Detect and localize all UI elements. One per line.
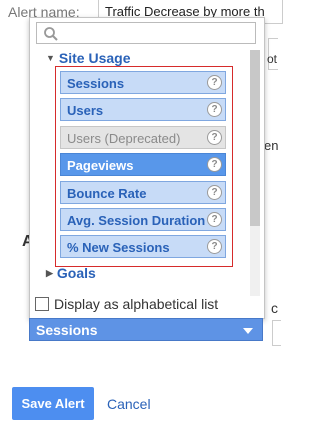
background-text-fragment: c (271, 300, 278, 316)
background-field-edge (272, 320, 281, 346)
category-label: Goals (56, 265, 96, 281)
help-icon[interactable]: ? (207, 212, 222, 227)
alphabetical-label: Display as alphabetical list (54, 296, 219, 312)
category-label: Site Usage (58, 50, 131, 66)
caret-right-icon: ▶ (46, 268, 53, 278)
help-icon[interactable]: ? (207, 239, 222, 254)
metric-item-new-sessions[interactable]: % New Sessions ? (60, 235, 226, 258)
metric-search-input[interactable] (36, 22, 256, 44)
metric-item-label: Users (67, 103, 104, 118)
metric-dropdown-value: Sessions (36, 322, 98, 338)
caret-down-icon: ▼ (46, 53, 55, 63)
help-icon[interactable]: ? (207, 75, 222, 90)
save-alert-button[interactable]: Save Alert (12, 387, 94, 420)
metric-item-avg-session-duration[interactable]: Avg. Session Duration ? (60, 208, 226, 231)
scrollbar-thumb[interactable] (250, 50, 260, 226)
metric-item-sessions[interactable]: Sessions ? (60, 71, 226, 94)
metric-item-label: Pageviews (67, 158, 134, 173)
alphabetical-checkbox[interactable] (35, 297, 49, 311)
metric-item-label: Bounce Rate (67, 186, 147, 201)
background-text-fragment: ot (267, 52, 278, 66)
search-icon (44, 27, 58, 41)
metric-item-label: Sessions (67, 76, 125, 91)
help-icon[interactable]: ? (207, 130, 222, 145)
metric-item-pageviews[interactable]: Pageviews ? (60, 153, 226, 176)
background-text-fragment: en (264, 138, 279, 153)
dropdown-arrow-icon (243, 328, 253, 334)
metric-item-bounce-rate[interactable]: Bounce Rate ? (60, 181, 226, 204)
help-icon[interactable]: ? (207, 185, 222, 200)
metric-item-label: % New Sessions (67, 240, 170, 255)
metric-item-users-deprecated[interactable]: Users (Deprecated) ? (60, 126, 226, 149)
scrollbar[interactable] (250, 50, 260, 296)
help-icon[interactable]: ? (207, 102, 222, 117)
alphabetical-toggle[interactable]: Display as alphabetical list (35, 296, 218, 312)
metric-item-users[interactable]: Users ? (60, 98, 226, 121)
metric-dropdown[interactable]: Sessions (29, 318, 263, 341)
metric-item-label: Users (Deprecated) (67, 131, 181, 146)
cancel-link[interactable]: Cancel (107, 396, 151, 412)
metric-picker-panel: ▼ Site Usage Sessions ? Users ? Users (De… (29, 17, 265, 319)
help-icon[interactable]: ? (207, 157, 222, 172)
category-goals[interactable]: ▶ Goals (46, 265, 96, 281)
metric-item-label: Avg. Session Duration (67, 213, 206, 228)
category-site-usage[interactable]: ▼ Site Usage (46, 50, 131, 66)
